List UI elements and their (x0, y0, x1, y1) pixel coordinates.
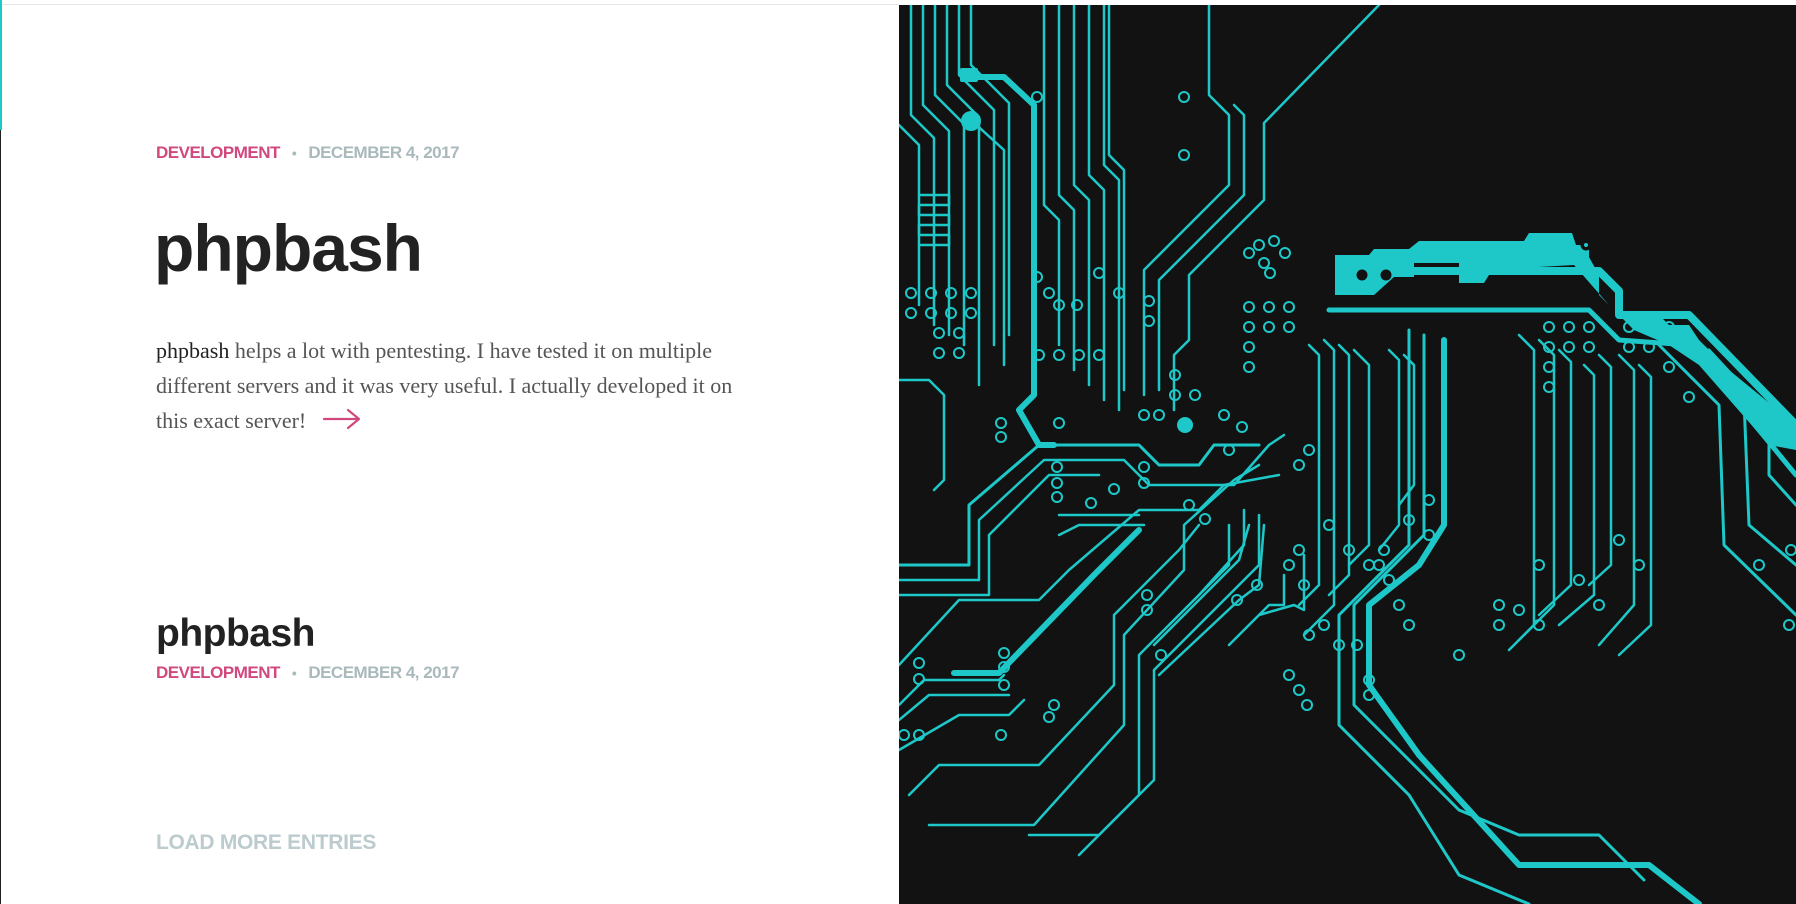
post-excerpt: phpbash helps a lot with pentesting. I h… (156, 333, 746, 440)
post-category-link[interactable]: DEVELOPMENT (156, 663, 280, 682)
excerpt-text: helps a lot with pentesting. I have test… (156, 338, 733, 433)
meta-separator: • (291, 665, 297, 681)
post-meta: DEVELOPMENT • DECEMBER 4, 2017 (156, 663, 460, 683)
read-more-arrow-icon[interactable] (322, 405, 362, 440)
post-title-link[interactable]: phpbash (156, 612, 316, 656)
post-meta: DEVELOPMENT • DECEMBER 4, 2017 (156, 143, 460, 163)
meta-separator: • (291, 145, 297, 161)
load-more-button[interactable]: LOAD MORE ENTRIES (156, 831, 376, 855)
excerpt-lead: phpbash (156, 338, 230, 363)
post-date: DECEMBER 4, 2017 (308, 663, 460, 682)
post-date: DECEMBER 4, 2017 (308, 143, 460, 162)
post-title-link[interactable]: phpbash (154, 210, 423, 286)
post-list: DEVELOPMENT • DECEMBER 4, 2017 phpbash php… (0, 5, 899, 904)
featured-image-circuit-board (899, 5, 1796, 904)
post-category-link[interactable]: DEVELOPMENT (156, 143, 280, 162)
